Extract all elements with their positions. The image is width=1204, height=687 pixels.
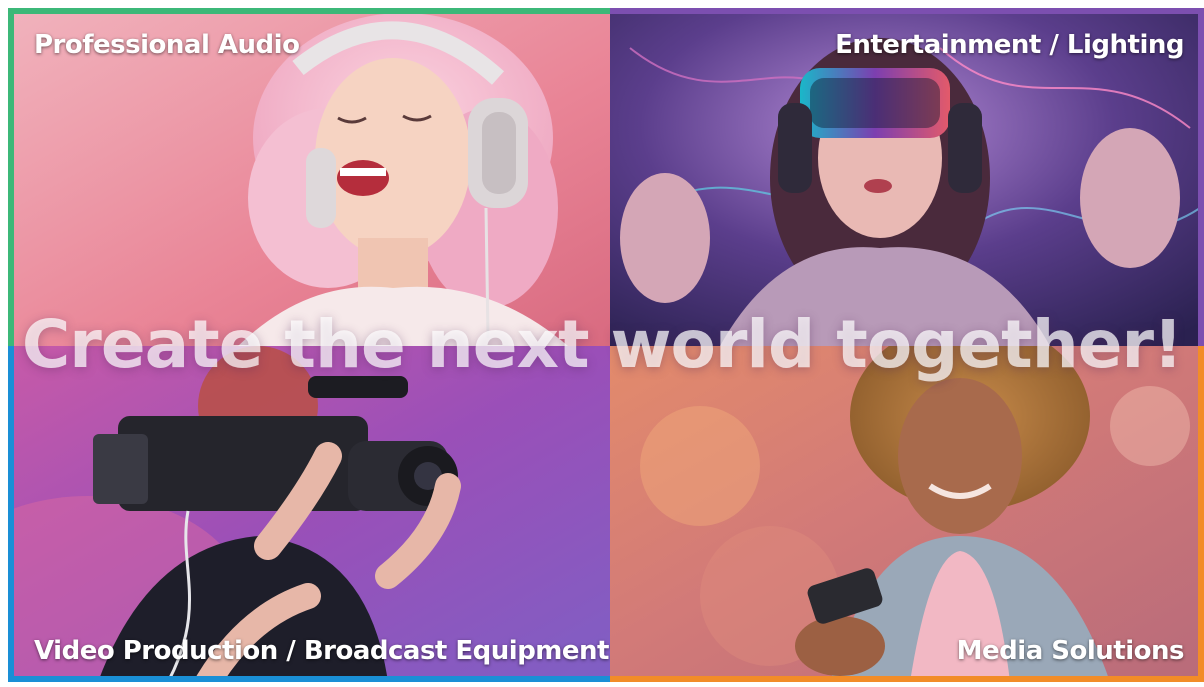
smartphone-photo-icon bbox=[610, 346, 1204, 682]
frame-audio-left bbox=[8, 8, 14, 346]
frame-entertainment-right bbox=[1198, 8, 1204, 346]
headline: Create the next world together! bbox=[21, 306, 1183, 383]
section-entertainment-lighting[interactable]: Entertainment / Lighting bbox=[610, 8, 1204, 346]
section-media-solutions[interactable]: Media Solutions bbox=[610, 346, 1204, 682]
camcorder-photo-icon bbox=[8, 346, 610, 682]
frame-media-bottom bbox=[610, 676, 1204, 682]
hero-banner: Professional Audio Entertainment / Light… bbox=[0, 0, 1204, 687]
frame-entertainment-top bbox=[610, 8, 1204, 14]
frame-video-bottom bbox=[8, 676, 610, 682]
frame-video-left bbox=[8, 346, 14, 682]
section-label-entertainment-lighting: Entertainment / Lighting bbox=[835, 30, 1184, 60]
section-label-video-broadcast: Video Production / Broadcast Equipment bbox=[34, 636, 609, 666]
section-professional-audio[interactable]: Professional Audio bbox=[8, 8, 610, 346]
section-video-broadcast[interactable]: Video Production / Broadcast Equipment bbox=[8, 346, 610, 682]
section-label-professional-audio: Professional Audio bbox=[34, 30, 300, 60]
frame-audio-top bbox=[8, 8, 610, 14]
frame-media-right bbox=[1198, 346, 1204, 682]
section-label-media-solutions: Media Solutions bbox=[956, 636, 1185, 666]
